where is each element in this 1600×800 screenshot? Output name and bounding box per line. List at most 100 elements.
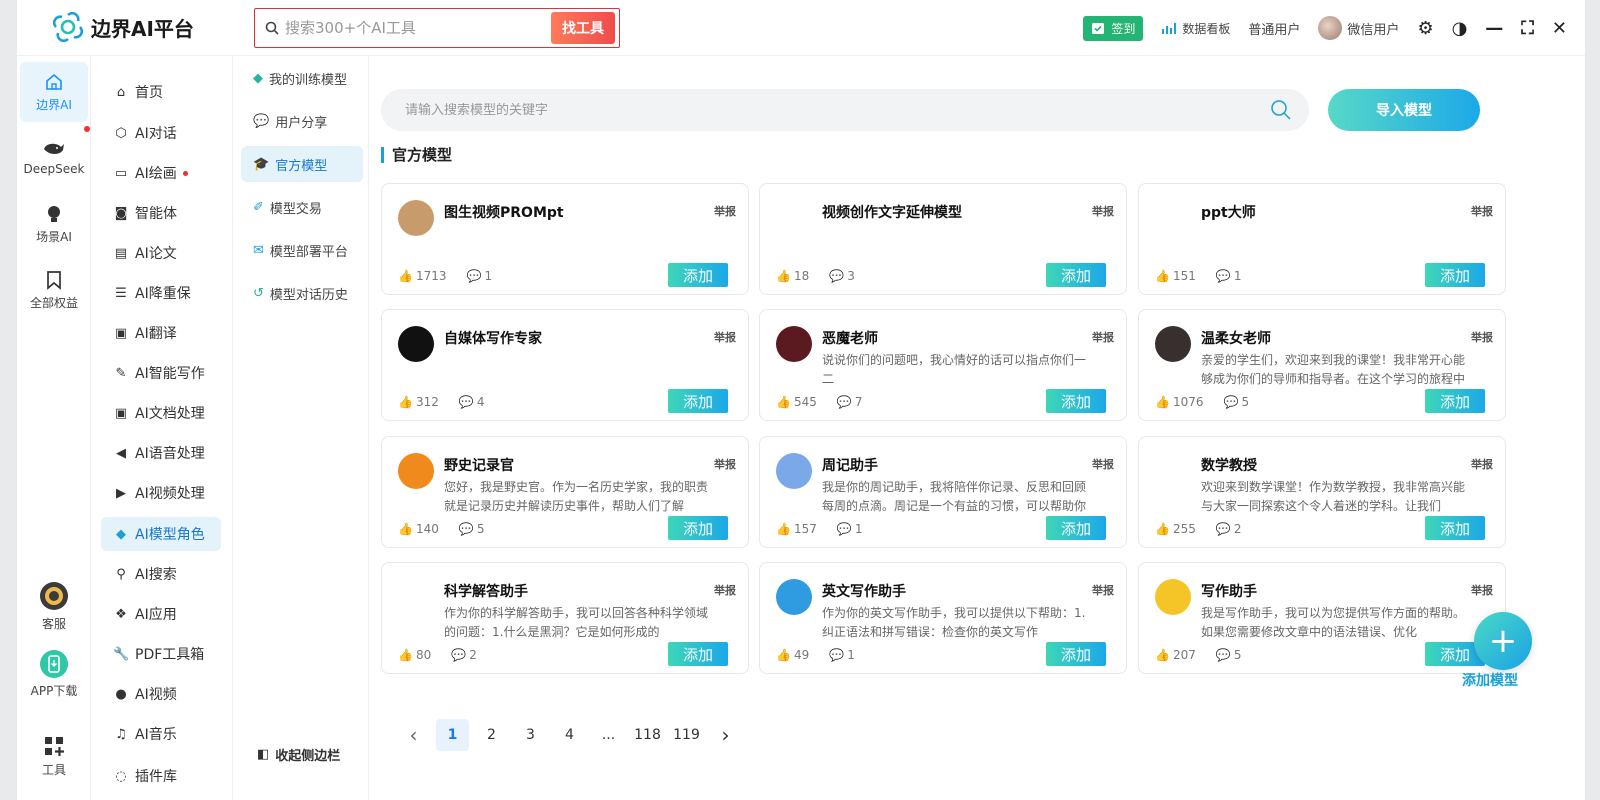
menu-item-ai-document[interactable]: ▣ AI文档处理	[101, 396, 221, 430]
comment-count[interactable]: 💬 3	[829, 269, 855, 283]
menu-item-ai-music[interactable]: ♫ AI音乐	[101, 717, 221, 751]
report-link[interactable]: 举报	[714, 582, 736, 598]
like-count[interactable]: 👍 1713	[398, 269, 447, 283]
page-button[interactable]: 4	[553, 719, 586, 751]
like-count[interactable]: 👍 151	[1155, 269, 1196, 283]
model-card[interactable]: 科学解答助手 举报 作为你的科学解答助手，我可以回答各种科学领域的问题：1.什么是黑…	[381, 562, 749, 674]
signin-button[interactable]: 签到	[1083, 15, 1144, 41]
collapse-sidebar-button[interactable]: ◧ 收起侧边栏	[257, 745, 340, 764]
add-button[interactable]: 添加	[668, 516, 728, 540]
like-count[interactable]: 👍 255	[1155, 522, 1196, 536]
rail-item-app-download[interactable]: APP下载	[20, 644, 88, 704]
menu-item-ai-voice[interactable]: ◀ AI语音处理	[101, 436, 221, 470]
like-count[interactable]: 👍 1076	[1155, 395, 1204, 409]
report-link[interactable]: 举报	[1471, 203, 1493, 219]
add-model-label[interactable]: 添加模型	[1462, 670, 1518, 690]
user-level[interactable]: 普通用户	[1248, 19, 1300, 38]
add-button[interactable]: 添加	[668, 389, 728, 413]
menu-item-agent[interactable]: ◙ 智能体	[101, 196, 221, 230]
gear-icon[interactable]: ⚙	[1417, 18, 1433, 39]
like-count[interactable]: 👍 312	[398, 395, 439, 409]
like-count[interactable]: 👍 207	[1155, 648, 1196, 662]
add-button[interactable]: 添加	[1425, 516, 1485, 540]
add-button[interactable]: 添加	[668, 263, 728, 287]
add-model-fab[interactable]: +	[1474, 612, 1532, 670]
add-button[interactable]: 添加	[668, 642, 728, 666]
menu-item-ai-video[interactable]: ● AI视频	[101, 677, 221, 711]
model-card[interactable]: 周记助手 举报 我是你的周记助手，我将陪伴你记录、反思和回顾每周的点滴。周记是一个有…	[759, 436, 1127, 548]
comment-count[interactable]: 💬 5	[1224, 395, 1250, 409]
menu-item-home[interactable]: ⌂ 首页	[101, 75, 221, 109]
like-count[interactable]: 👍 140	[398, 522, 439, 536]
user-menu[interactable]: 微信用户	[1318, 16, 1399, 40]
menu-item-ai-writing[interactable]: ✎ AI智能写作	[101, 356, 221, 390]
sub-item-my-models[interactable]: ◆ 我的训练模型	[241, 60, 363, 96]
menu-item-ai-model-role[interactable]: ◆ AI模型角色	[101, 517, 221, 551]
model-card[interactable]: ppt大师 举报 👍 151 💬 1 添加	[1138, 183, 1506, 295]
report-link[interactable]: 举报	[714, 203, 736, 219]
sub-item-model-trade[interactable]: ✐ 模型交易	[241, 189, 363, 225]
report-link[interactable]: 举报	[1092, 329, 1114, 345]
comment-count[interactable]: 💬 4	[459, 395, 485, 409]
model-card[interactable]: 自媒体写作专家 举报 👍 312 💬 4 添加	[381, 309, 749, 421]
comment-count[interactable]: 💬 1	[829, 648, 855, 662]
report-link[interactable]: 举报	[1092, 203, 1114, 219]
add-button[interactable]: 添加	[1425, 263, 1485, 287]
report-link[interactable]: 举报	[1092, 456, 1114, 472]
page-button[interactable]: 3	[514, 719, 547, 751]
comment-count[interactable]: 💬 2	[451, 648, 477, 662]
report-link[interactable]: 举报	[1471, 329, 1493, 345]
app-logo[interactable]: 边界AI平台	[53, 12, 194, 42]
rail-item-scene[interactable]: 场景AI	[20, 194, 88, 254]
sub-item-official-models[interactable]: 🎓 官方模型	[241, 146, 363, 182]
dashboard-link[interactable]: 数据看板	[1161, 20, 1230, 37]
comment-count[interactable]: 💬 5	[459, 522, 485, 536]
comment-count[interactable]: 💬 1	[837, 522, 863, 536]
model-card[interactable]: 恶魔老师 举报 说说你们的问题吧，我心情好的话可以指点你们一二 👍 545 💬 7 添加	[759, 309, 1127, 421]
model-card[interactable]: 英文写作助手 举报 作为你的英文写作助手，我可以提供以下帮助：1.纠正语法和拼写错误…	[759, 562, 1127, 674]
comment-count[interactable]: 💬 2	[1216, 522, 1242, 536]
rail-item-tools[interactable]: 工具	[20, 726, 88, 786]
report-link[interactable]: 举报	[1471, 456, 1493, 472]
rail-item-home[interactable]: 边界AI	[20, 62, 88, 122]
model-search-input[interactable]	[405, 102, 1269, 118]
add-button[interactable]: 添加	[1046, 516, 1106, 540]
like-count[interactable]: 👍 80	[398, 648, 431, 662]
page-button[interactable]: 118	[631, 719, 664, 751]
menu-item-plugins[interactable]: ◌ 插件库	[101, 759, 221, 793]
tool-search-input[interactable]	[279, 19, 551, 37]
page-button[interactable]: 2	[475, 719, 508, 751]
menu-item-ai-chat[interactable]: ⬡ AI对话	[101, 116, 221, 150]
model-card[interactable]: 视频创作文字延伸模型 举报 👍 18 💬 3 添加	[759, 183, 1127, 295]
report-link[interactable]: 举报	[1092, 582, 1114, 598]
comment-count[interactable]: 💬 1	[1216, 269, 1242, 283]
prev-page-icon[interactable]: ‹	[397, 719, 430, 751]
next-page-icon[interactable]: ›	[709, 719, 742, 751]
menu-item-ai-video-process[interactable]: ▶ AI视频处理	[101, 476, 221, 510]
rail-item-benefits[interactable]: 全部权益	[20, 260, 88, 320]
add-button[interactable]: 添加	[1046, 263, 1106, 287]
minimize-icon[interactable]: —	[1485, 18, 1503, 39]
menu-item-ai-rewrite[interactable]: ☰ AI降重保	[101, 276, 221, 310]
menu-item-ai-paper[interactable]: ▤ AI论文	[101, 236, 221, 270]
comment-count[interactable]: 💬 7	[837, 395, 863, 409]
like-count[interactable]: 👍 49	[776, 648, 809, 662]
sub-item-model-deploy[interactable]: ✉ 模型部署平台	[241, 232, 363, 268]
maximize-icon[interactable]: ⛶	[1521, 18, 1534, 39]
like-count[interactable]: 👍 157	[776, 522, 817, 536]
menu-item-ai-translate[interactable]: ▣ AI翻译	[101, 316, 221, 350]
model-card[interactable]: 野史记录官 举报 您好，我是野史官。作为一名历史学家，我的职责就是记录历史并解读历史…	[381, 436, 749, 548]
model-card[interactable]: 图生视频PROMpt 举报 👍 1713 💬 1 添加	[381, 183, 749, 295]
menu-item-ai-painting[interactable]: ▭ AI绘画	[101, 156, 221, 190]
report-link[interactable]: 举报	[714, 329, 736, 345]
rail-item-deepseek[interactable]: DeepSeek	[20, 126, 90, 188]
page-button[interactable]: 1	[436, 719, 469, 751]
model-card[interactable]: 温柔女老师 举报 亲爱的学生们，欢迎来到我的课堂！我非常开心能够成为你们的导师和指导…	[1138, 309, 1506, 421]
import-model-button[interactable]: 导入模型	[1328, 89, 1480, 131]
rail-item-support[interactable]: 客服	[20, 576, 88, 636]
report-link[interactable]: 举报	[714, 456, 736, 472]
add-button[interactable]: 添加	[1046, 389, 1106, 413]
comment-count[interactable]: 💬 5	[1216, 648, 1242, 662]
menu-item-pdf-tools[interactable]: 🔧 PDF工具箱	[101, 637, 221, 671]
menu-item-ai-apps[interactable]: ❖ AI应用	[101, 597, 221, 631]
